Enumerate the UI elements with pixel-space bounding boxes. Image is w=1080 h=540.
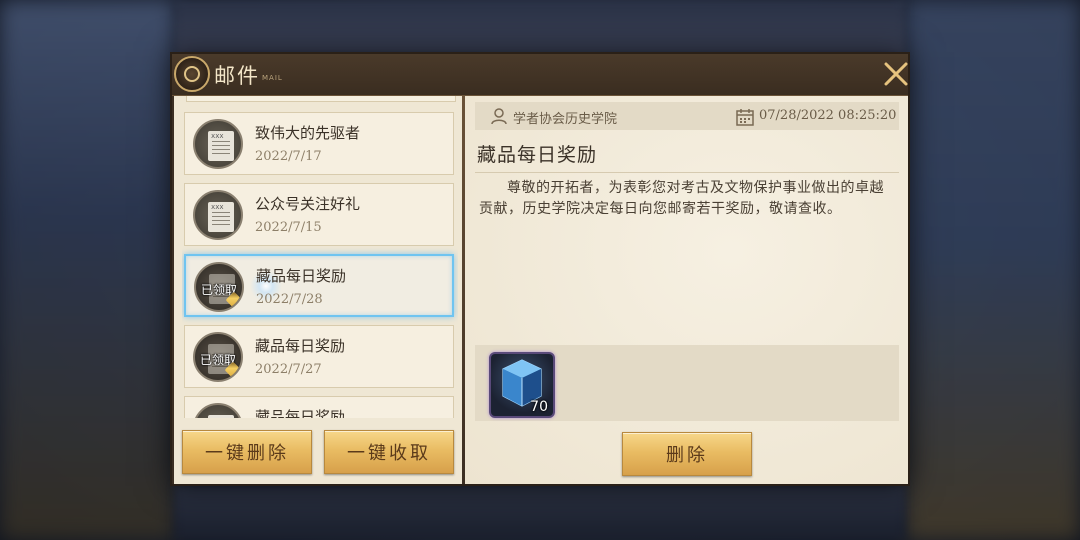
background-left-scenery [0, 0, 175, 540]
dialog-title: 邮件 [214, 64, 260, 88]
mail-dialog: 邮件 MAIL xxx 致伟大的先驱者 2022/7/17 xxx 公众号关注好… [170, 52, 910, 486]
close-icon [884, 62, 908, 86]
mail-item-4-partial[interactable]: 藏品每日奖励 [184, 396, 454, 418]
delete-button[interactable]: 删除 [622, 432, 752, 476]
claim-all-button[interactable]: 一键收取 [324, 430, 454, 474]
mail-date: 2022/7/15 [255, 220, 322, 235]
mail-item-0[interactable]: xxx 致伟大的先驱者 2022/7/17 [184, 112, 454, 175]
mail-list[interactable]: xxx 致伟大的先驱者 2022/7/17 xxx 公众号关注好礼 2022/7… [182, 96, 458, 418]
mail-item-1[interactable]: xxx 公众号关注好礼 2022/7/15 [184, 183, 454, 246]
mail-title: 藏品每日奖励 [256, 267, 347, 285]
mail-timestamp: 07/28/2022 08:25:20 [759, 108, 897, 123]
letter-icon: xxx [193, 119, 243, 169]
mail-item-3[interactable]: 已领取 藏品每日奖励 2022/7/27 [184, 325, 454, 388]
reward-item[interactable]: 70 [489, 352, 555, 418]
mail-date: 2022/7/28 [256, 292, 323, 307]
reward-count: 70 [530, 399, 548, 415]
attachment-area: 70 [475, 345, 899, 421]
mail-title: 藏品每日奖励 [255, 337, 346, 355]
dialog-header: 邮件 MAIL [172, 54, 908, 96]
mail-list-panel: xxx 致伟大的先驱者 2022/7/17 xxx 公众号关注好礼 2022/7… [174, 96, 462, 484]
mail-emblem-icon [174, 56, 210, 92]
dialog-subtitle: MAIL [262, 74, 283, 82]
calendar-icon [736, 109, 754, 126]
mail-detail-panel: 学者协会历史学院 07/28/2022 08:25:20 藏品每日奖励 尊敬的开… [465, 96, 908, 484]
background-top-scenery [175, 0, 905, 55]
letter-icon: xxx [193, 190, 243, 240]
close-button[interactable] [880, 58, 912, 90]
mail-date: 2022/7/27 [255, 362, 322, 377]
mail-title: 致伟大的先驱者 [255, 124, 361, 142]
list-item-partial-top [186, 96, 456, 102]
title-divider [475, 172, 899, 173]
mail-date: 2022/7/17 [255, 149, 322, 164]
mail-title: 公众号关注好礼 [255, 195, 361, 213]
mail-title: 藏品每日奖励 [255, 408, 346, 418]
letter-icon: 已领取 [193, 332, 243, 382]
mail-body: 尊敬的开拓者，为表彰您对考古及文物保护事业做出的卓越贡献，历史学院决定每日向您邮… [479, 180, 884, 217]
person-icon [491, 108, 507, 125]
delete-all-button[interactable]: 一键删除 [182, 430, 312, 474]
background-right-scenery [905, 0, 1080, 540]
mail-item-2-selected[interactable]: 已领取 藏品每日奖励 2022/7/28 [184, 254, 454, 317]
mail-sender: 学者协会历史学院 [513, 112, 618, 127]
mail-meta-bar: 学者协会历史学院 07/28/2022 08:25:20 [475, 102, 899, 130]
letter-icon [193, 403, 243, 418]
background-bottom-scenery [175, 485, 905, 540]
mail-detail-title: 藏品每日奖励 [477, 144, 598, 166]
letter-icon: 已领取 [194, 262, 244, 312]
